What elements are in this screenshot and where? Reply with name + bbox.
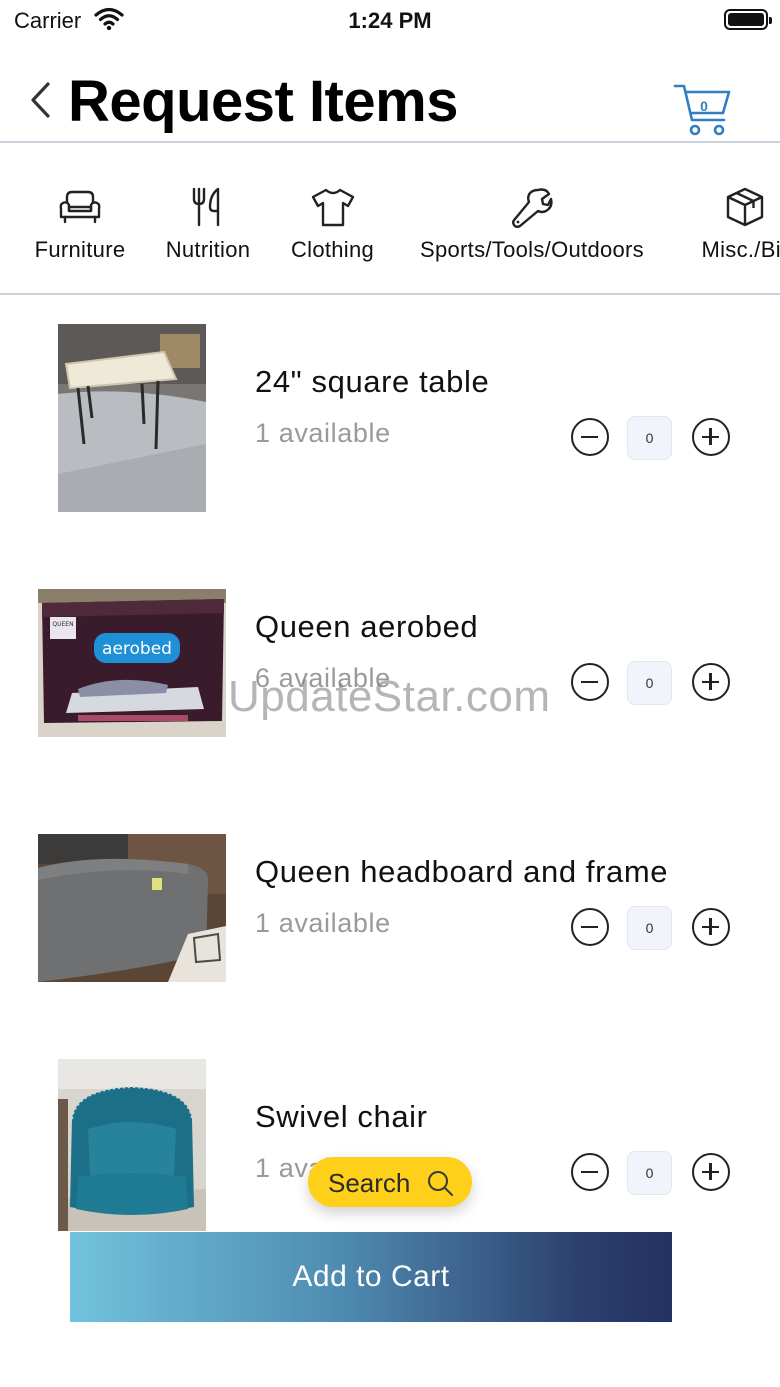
minus-circle-icon[interactable] (571, 663, 609, 701)
list-item: QUEEN aerobed Queen aerobed 6 available … (0, 565, 780, 805)
navigation-header: Request Items 0 (0, 40, 780, 143)
wrench-icon (512, 188, 553, 228)
item-image-table (58, 324, 206, 512)
sofa-icon (59, 190, 101, 224)
category-bar: Furniture Nutrition Clothing Sports/Tool… (0, 145, 780, 295)
item-name: Swivel chair (255, 1099, 428, 1134)
quantity-stepper: 0 (570, 906, 732, 950)
item-image-headboard (38, 834, 226, 982)
aerobed-box-tag: QUEEN (52, 621, 73, 628)
page-title: Request Items (68, 69, 458, 134)
category-misc[interactable]: Misc./Bir (685, 185, 780, 263)
category-label: Sports/Tools/Outdoors (420, 237, 644, 262)
plus-circle-icon[interactable] (692, 1153, 730, 1191)
box-icon (726, 187, 764, 227)
category-clothing[interactable]: Clothing (285, 185, 380, 263)
search-button-label: Search (328, 1168, 411, 1198)
category-sports-tools-outdoors[interactable]: Sports/Tools/Outdoors (408, 185, 656, 263)
battery-icon (724, 9, 772, 30)
search-button[interactable]: Search (308, 1157, 472, 1207)
item-image-aerobed: QUEEN aerobed (38, 589, 226, 737)
quantity-field[interactable]: 0 (627, 416, 672, 460)
add-to-cart-label: Add to Cart (292, 1260, 450, 1293)
item-availability: 1 available (255, 418, 391, 448)
quantity-field[interactable]: 0 (627, 1151, 672, 1195)
quantity-stepper: 0 (570, 661, 732, 705)
item-image-swivel-chair (58, 1059, 206, 1231)
quantity-field[interactable]: 0 (627, 661, 672, 705)
quantity-field[interactable]: 0 (627, 906, 672, 950)
list-item: 24" square table 1 available 0 (0, 320, 780, 560)
back-button[interactable] (26, 80, 56, 120)
shirt-icon (311, 188, 354, 227)
category-label: Nutrition (165, 237, 251, 262)
status-time: 1:24 PM (348, 8, 432, 33)
cart-button[interactable]: 0 (672, 80, 734, 140)
minus-circle-icon[interactable] (571, 908, 609, 946)
category-label: Misc./Bir (701, 237, 780, 262)
status-bar: Carrier 1:24 PM (0, 0, 780, 40)
item-name: Queen aerobed (255, 609, 479, 644)
category-nutrition[interactable]: Nutrition (158, 185, 258, 263)
category-label: Furniture (34, 237, 126, 262)
search-icon (428, 1171, 453, 1196)
plus-circle-icon[interactable] (692, 418, 730, 456)
minus-circle-icon[interactable] (571, 418, 609, 456)
plus-circle-icon[interactable] (692, 908, 730, 946)
category-label: Clothing (290, 237, 375, 262)
quantity-stepper: 0 (570, 416, 732, 460)
item-name: 24" square table (255, 364, 490, 399)
list-item: Queen headboard and frame 1 available 0 (0, 810, 780, 1050)
quantity-stepper: 0 (570, 1151, 732, 1195)
cart-count-badge: 0 (700, 98, 708, 114)
fork-knife-icon (192, 187, 220, 227)
minus-circle-icon[interactable] (571, 1153, 609, 1191)
category-furniture[interactable]: Furniture (30, 185, 130, 263)
aerobed-box-brand: aerobed (102, 639, 172, 659)
item-availability: 1 available (255, 908, 391, 938)
item-name: Queen headboard and frame (255, 854, 669, 889)
chevron-left-icon (31, 82, 50, 118)
plus-circle-icon[interactable] (692, 663, 730, 701)
add-to-cart-button[interactable]: Add to Cart (70, 1232, 672, 1322)
item-availability: 6 available (255, 663, 391, 693)
